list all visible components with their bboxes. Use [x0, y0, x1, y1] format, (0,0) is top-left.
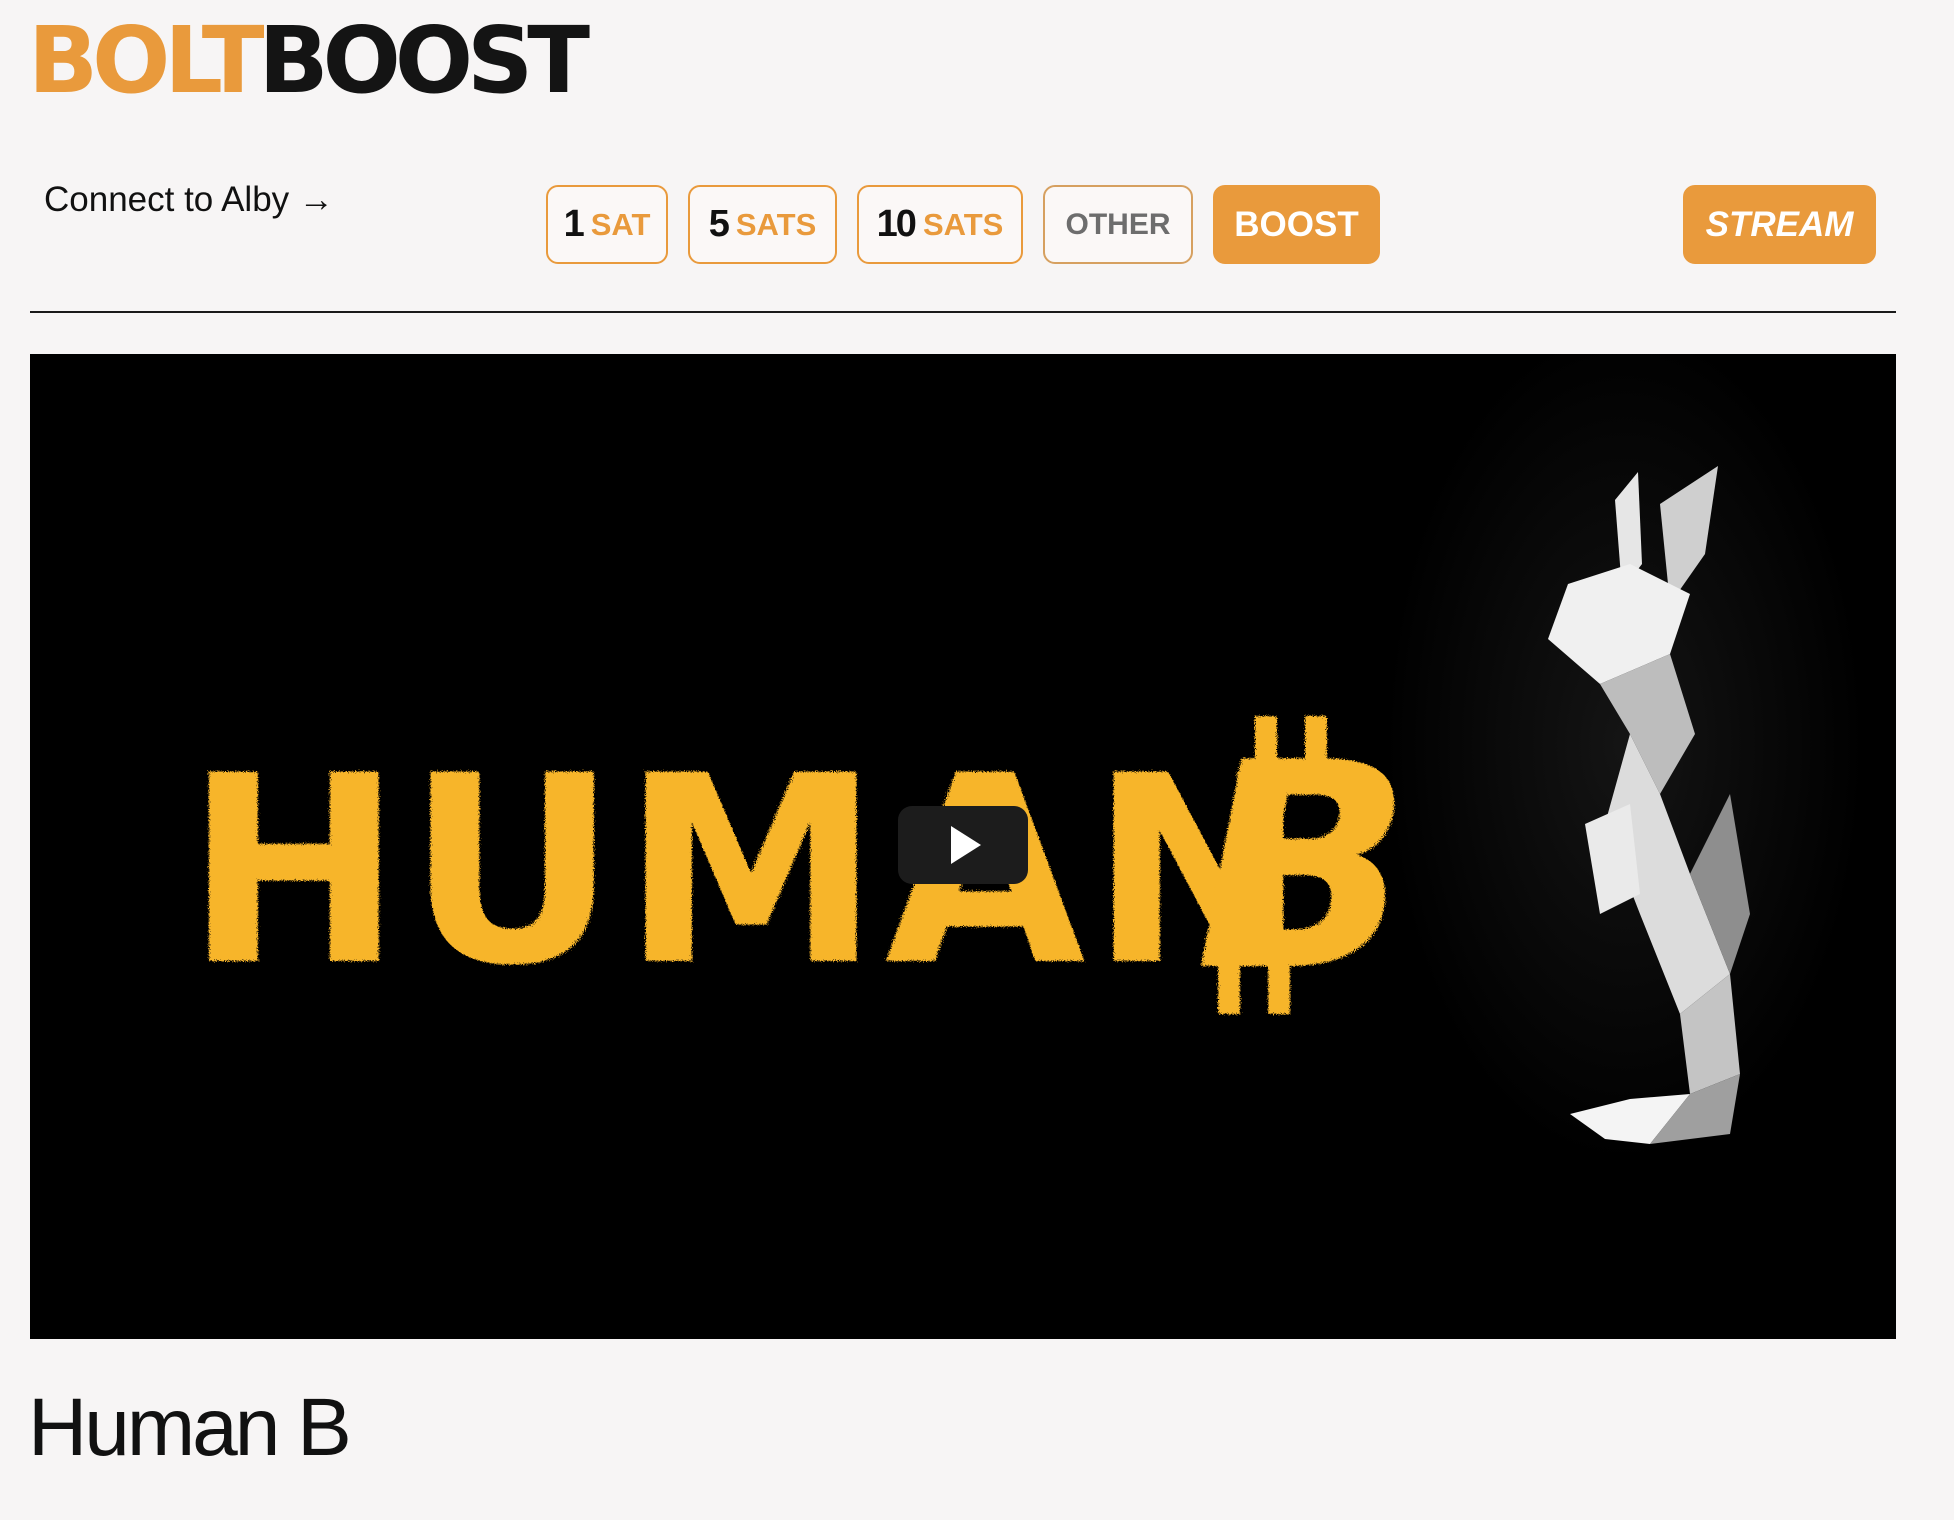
play-icon	[951, 826, 981, 864]
video-player[interactable]: HUMAN B	[30, 354, 1896, 1339]
amount-5-sats-button[interactable]: 5 SATS	[688, 185, 837, 264]
other-label: OTHER	[1065, 207, 1171, 241]
boost-button[interactable]: BOOST	[1213, 185, 1380, 264]
boost-label: BOOST	[1234, 204, 1359, 244]
stream-label: STREAM	[1705, 204, 1854, 244]
thumbnail-human-text: HUMAN	[185, 721, 1311, 1023]
video-title: Human B	[28, 1382, 352, 1473]
amount-number: 5	[708, 203, 730, 245]
header-divider	[30, 311, 1896, 313]
amount-1-sat-button[interactable]: 1 SAT	[546, 185, 668, 264]
play-button[interactable]	[898, 806, 1028, 884]
amount-number: 1	[563, 203, 585, 245]
amount-number: 10	[876, 203, 917, 245]
logo-boost: BOOST	[258, 7, 590, 114]
stream-button[interactable]: STREAM	[1683, 185, 1876, 264]
logo[interactable]: BOLTBOOST	[28, 6, 590, 116]
connect-alby-link[interactable]: Connect to Alby →	[44, 176, 334, 224]
amount-unit: SAT	[590, 206, 651, 242]
amount-unit: SATS	[922, 206, 1004, 242]
bitcoin-symbol: B	[1195, 702, 1412, 1034]
amount-unit: SATS	[735, 206, 817, 242]
other-amount-button[interactable]: OTHER	[1043, 185, 1193, 264]
amount-10-sats-button[interactable]: 10 SATS	[857, 185, 1023, 264]
logo-bolt: BOLT	[28, 7, 264, 114]
page: BOLTBOOST Connect to Alby → 1 SAT 5 SATS…	[0, 0, 1954, 1520]
